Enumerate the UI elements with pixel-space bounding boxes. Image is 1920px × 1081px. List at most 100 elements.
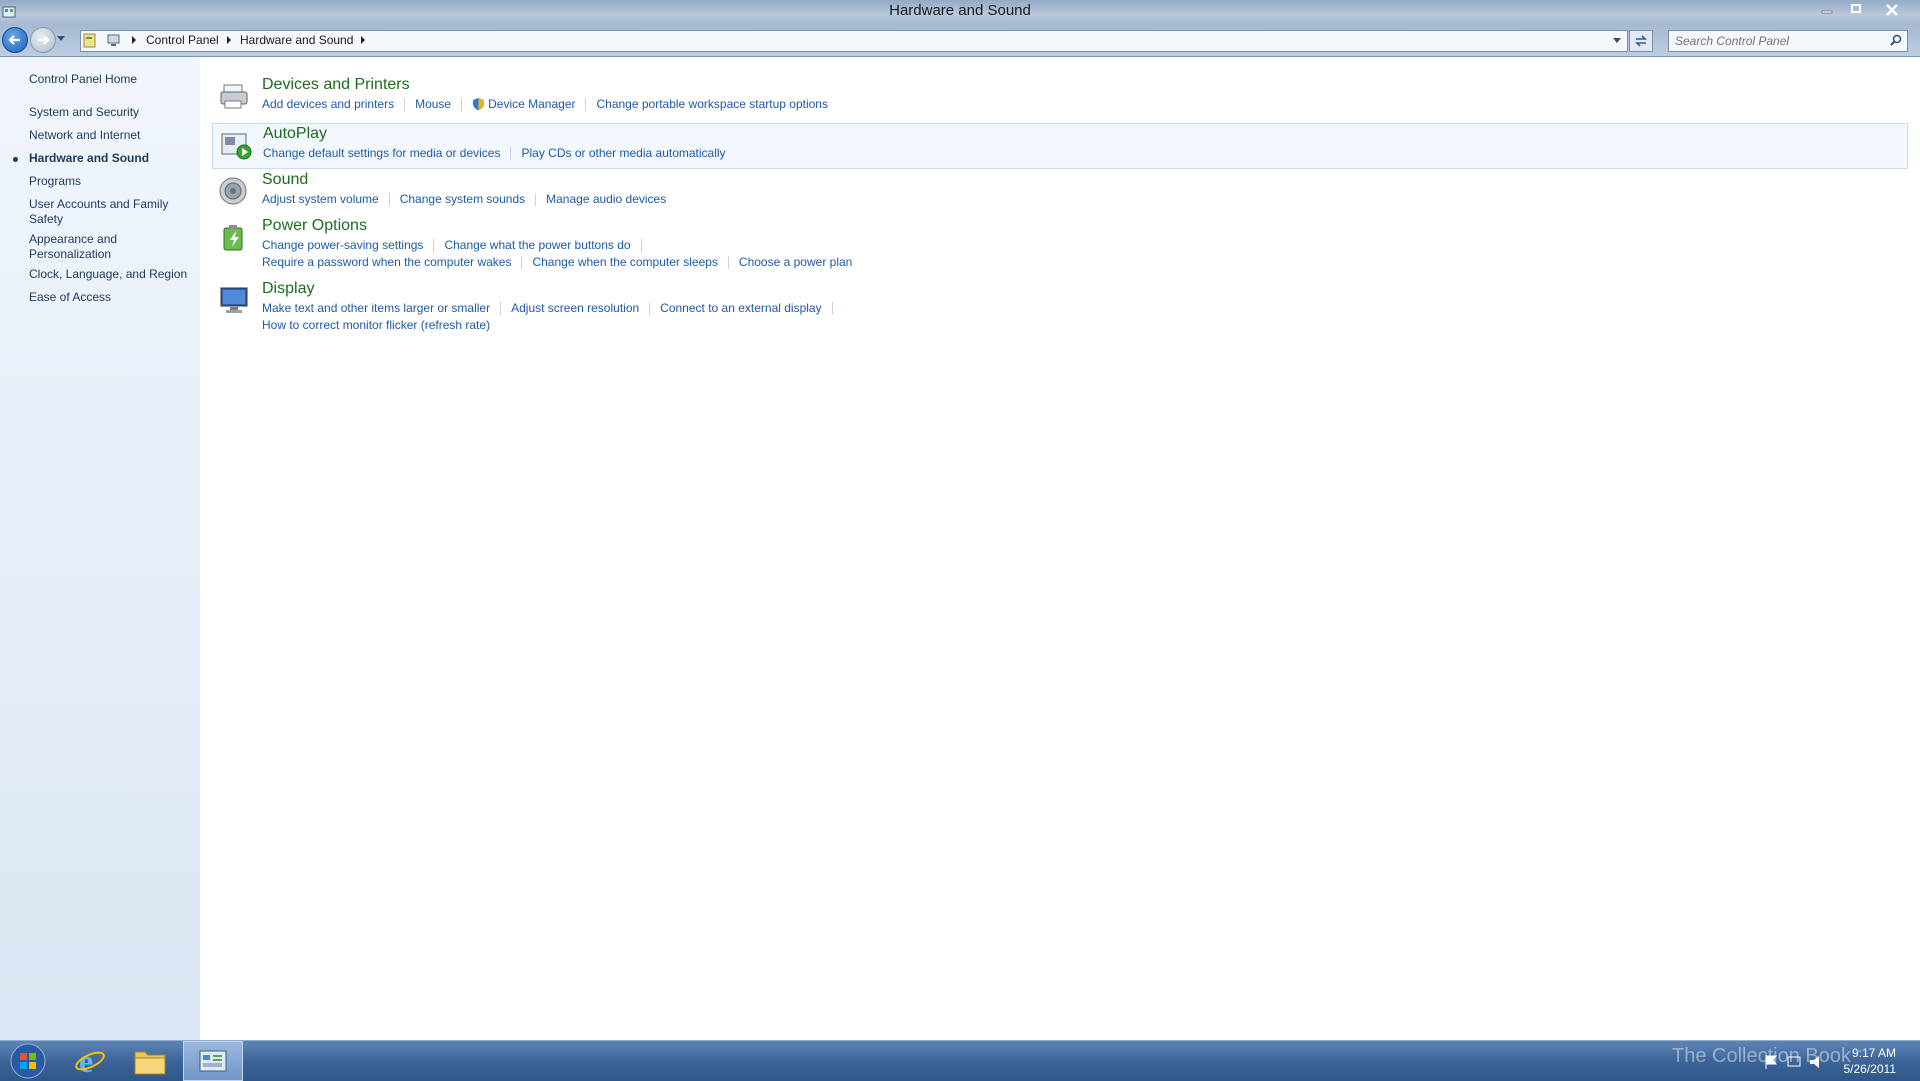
link-portable-workspace[interactable]: Change portable workspace startup option… [596, 97, 827, 111]
link-divider [404, 98, 406, 112]
close-icon [1886, 4, 1898, 16]
sidebar: Control Panel Home System and Security N… [0, 57, 200, 1040]
search-icon[interactable] [1890, 34, 1902, 46]
autoplay-icon [221, 133, 252, 160]
taskbar-file-explorer[interactable] [122, 1041, 178, 1081]
navigation-bar: Control Panel Hardware and Sound [0, 24, 1920, 57]
clock-date: 5/26/2011 [1843, 1062, 1897, 1076]
taskbar: e The Collection Book 9:17 AM 5/26/2011 [0, 1040, 1920, 1081]
breadcrumb-hardware-and-sound[interactable]: Hardware and Sound [240, 33, 353, 47]
search-input[interactable] [1673, 32, 1877, 50]
category-display: Display Make text and other items larger… [212, 279, 1906, 335]
close-button[interactable] [1880, 0, 1910, 18]
link-change-system-sounds[interactable]: Change system sounds [400, 192, 525, 206]
windows-orb-icon [10, 1043, 46, 1079]
control-panel-icon [83, 33, 96, 48]
sidebar-item-ease-of-access[interactable]: Ease of Access [29, 290, 199, 305]
svg-text:e: e [79, 1044, 93, 1078]
category-title[interactable]: Display [262, 280, 314, 298]
folder-icon [134, 1051, 166, 1075]
computer-icon [107, 34, 120, 46]
recent-pages-dropdown-icon[interactable] [57, 36, 65, 42]
printer-icon [220, 84, 248, 109]
category-title[interactable]: Sound [262, 171, 308, 189]
link-adjust-screen-resolution[interactable]: Adjust screen resolution [511, 301, 639, 315]
link-divider [727, 256, 729, 270]
link-connect-external-display[interactable]: Connect to an external display [660, 301, 821, 315]
link-require-password-on-wake[interactable]: Require a password when the computer wak… [262, 255, 511, 269]
control-panel-icon [199, 1050, 227, 1072]
link-monitor-flicker[interactable]: How to correct monitor flicker (refresh … [262, 318, 490, 332]
link-change-default-media-settings[interactable]: Change default settings for media or dev… [263, 146, 500, 160]
start-button[interactable] [2, 1041, 58, 1081]
monitor-icon [220, 287, 248, 313]
minimize-button[interactable] [1816, 0, 1838, 18]
link-divider [649, 302, 651, 316]
sidebar-item-user-accounts[interactable]: User Accounts and Family Safety [29, 197, 179, 227]
link-divider [640, 239, 642, 253]
volume-icon[interactable] [1810, 1056, 1819, 1068]
sidebar-item-network-and-internet[interactable]: Network and Internet [29, 128, 199, 143]
link-divider [500, 302, 502, 316]
category-sound: Sound Adjust system volume Change system … [212, 170, 1906, 210]
link-mouse[interactable]: Mouse [415, 97, 451, 111]
link-manage-audio-devices[interactable]: Manage audio devices [546, 192, 666, 206]
sidebar-item-clock-language-region[interactable]: Clock, Language, and Region [29, 267, 199, 282]
link-play-cds-automatically[interactable]: Play CDs or other media automatically [521, 146, 725, 160]
back-button[interactable] [2, 27, 28, 53]
address-bar[interactable]: Control Panel Hardware and Sound [80, 30, 1628, 52]
link-make-text-larger[interactable]: Make text and other items larger or smal… [262, 301, 490, 315]
category-autoplay[interactable]: AutoPlay Change default settings for med… [212, 123, 1908, 169]
address-dropdown-icon[interactable] [1613, 38, 1621, 44]
link-divider [510, 147, 512, 161]
main-content: Devices and Printers Add devices and pri… [200, 57, 1920, 1040]
link-divider [585, 98, 587, 112]
taskbar-clock[interactable]: 9:17 AM 5/26/2011 [1844, 1045, 1897, 1077]
sidebar-item-programs[interactable]: Programs [29, 174, 199, 189]
link-divider [831, 302, 833, 316]
sidebar-item-control-panel-home[interactable]: Control Panel Home [29, 72, 199, 87]
shield-icon [473, 98, 485, 111]
link-choose-power-plan[interactable]: Choose a power plan [739, 255, 852, 269]
taskbar-control-panel-window[interactable] [183, 1041, 243, 1081]
link-divider [521, 256, 523, 270]
minimize-icon [1821, 10, 1833, 14]
refresh-icon [1635, 35, 1647, 47]
search-box[interactable] [1668, 30, 1908, 52]
category-title[interactable]: Power Options [262, 217, 367, 235]
battery-icon [223, 225, 243, 251]
link-change-power-saving-settings[interactable]: Change power-saving settings [262, 238, 423, 252]
breadcrumb-separator[interactable] [227, 36, 231, 44]
sidebar-item-hardware-and-sound[interactable]: Hardware and Sound [29, 151, 199, 166]
window-title: Hardware and Sound [889, 2, 1031, 19]
category-devices-and-printers: Devices and Printers Add devices and pri… [212, 75, 1906, 115]
breadcrumb-control-panel[interactable]: Control Panel [146, 33, 219, 47]
refresh-button[interactable] [1629, 30, 1653, 52]
link-change-sleep-time[interactable]: Change when the computer sleeps [532, 255, 717, 269]
forward-button[interactable] [30, 27, 56, 53]
tray-icons [1765, 1055, 1819, 1069]
link-divider [535, 193, 537, 207]
link-device-manager[interactable]: Device Manager [488, 97, 575, 111]
speaker-icon [219, 177, 247, 205]
taskbar-internet-explorer[interactable]: e [62, 1041, 118, 1081]
system-tray [1762, 1053, 1832, 1074]
category-title[interactable]: Devices and Printers [262, 76, 410, 94]
link-divider [388, 193, 390, 207]
category-power-options: Power Options Change power-saving settin… [212, 216, 1906, 272]
flag-icon[interactable] [1765, 1055, 1777, 1069]
link-divider [433, 239, 435, 253]
maximize-button[interactable] [1845, 0, 1867, 18]
breadcrumb-separator[interactable] [361, 36, 365, 44]
link-divider [461, 98, 463, 112]
sidebar-item-appearance[interactable]: Appearance and Personalization [29, 232, 139, 262]
link-add-devices-and-printers[interactable]: Add devices and printers [262, 97, 394, 111]
category-title[interactable]: AutoPlay [263, 125, 327, 143]
title-bar: Hardware and Sound [0, 0, 1920, 24]
network-icon[interactable] [1787, 1056, 1801, 1067]
sidebar-item-system-and-security[interactable]: System and Security [29, 105, 199, 120]
link-change-power-buttons[interactable]: Change what the power buttons do [444, 238, 630, 252]
breadcrumb-separator[interactable] [132, 36, 136, 44]
arrow-right-icon [38, 35, 50, 45]
link-adjust-system-volume[interactable]: Adjust system volume [262, 192, 379, 206]
